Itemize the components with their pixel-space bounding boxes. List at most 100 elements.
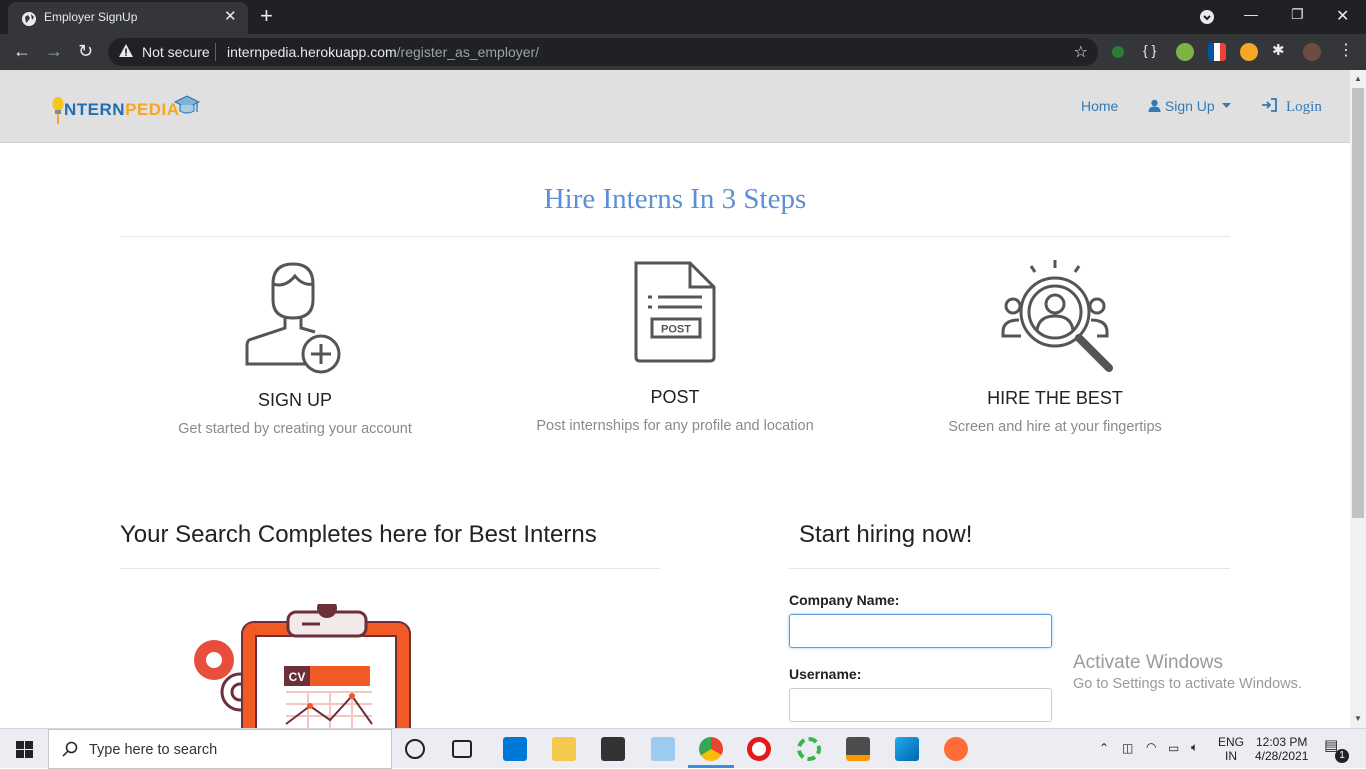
company-name-label: Company Name: <box>789 592 900 608</box>
internpedia-logo[interactable]: NTERNPEDIA <box>52 92 202 128</box>
forward-icon[interactable]: → <box>45 41 63 61</box>
bookmark-star-icon[interactable]: ☆ <box>1074 42 1088 62</box>
activate-windows-watermark: Activate Windows Go to Settings to activ… <box>1073 652 1302 692</box>
url-text[interactable]: internpedia.herokuapp.com/register_as_em… <box>227 44 539 60</box>
search-candidate-icon <box>1001 260 1113 372</box>
extension-green-icon[interactable] <box>1112 46 1124 58</box>
store-icon[interactable] <box>601 737 625 761</box>
wifi-icon[interactable]: ◠ <box>1146 740 1156 754</box>
form-heading: Start hiring now! <box>799 521 973 548</box>
close-window-icon[interactable]: ✕ <box>1336 6 1349 26</box>
username-label: Username: <box>789 666 862 682</box>
user-add-icon <box>245 262 341 374</box>
task-view-icon[interactable] <box>452 740 472 758</box>
form-divider <box>789 568 1230 569</box>
step-title: HIRE THE BEST <box>987 388 1123 408</box>
address-bar[interactable]: Not secure internpedia.herokuapp.com/reg… <box>108 38 1098 66</box>
step-subtitle: Screen and hire at your fingertips <box>948 419 1162 435</box>
show-hidden-icons-icon[interactable]: ⌃ <box>1099 741 1109 755</box>
extension-flag-icon[interactable] <box>1208 43 1226 61</box>
user-icon <box>1148 99 1161 112</box>
nav-home-link[interactable]: Home <box>1081 98 1118 114</box>
tab-title: Employer SignUp <box>44 10 138 24</box>
back-icon[interactable]: ← <box>13 41 31 61</box>
site-navbar: NTERNPEDIA Home Sign Up Login <box>0 70 1350 143</box>
browser-menu-icon[interactable]: ⋮ <box>1338 40 1356 59</box>
login-icon <box>1262 98 1277 112</box>
graduation-cap-icon <box>174 95 200 114</box>
caret-down-icon <box>1221 103 1231 108</box>
logo-part1: NTERN <box>64 100 126 119</box>
windows-taskbar: Type here to search ⌃ ◫ ◠ ▭ 🔈︎ ENG IN 12… <box>0 728 1366 769</box>
restore-icon[interactable]: ❐ <box>1291 6 1304 23</box>
signup-label: Sign Up <box>1164 98 1215 114</box>
step-title: POST <box>650 387 700 407</box>
scroll-up-arrow-icon[interactable]: ▲ <box>1354 74 1362 83</box>
watermark-title: Activate Windows <box>1073 652 1223 673</box>
nav-signup-dropdown[interactable]: Sign Up <box>1148 98 1231 114</box>
vscode-icon[interactable] <box>895 737 919 761</box>
clock[interactable]: 12:03 PM 4/28/2021 <box>1255 735 1308 763</box>
globe-icon <box>22 12 36 26</box>
extension-plus-icon[interactable] <box>1176 43 1194 61</box>
login-label: Login <box>1286 99 1322 115</box>
scroll-down-arrow-icon[interactable]: ▼ <box>1354 714 1362 723</box>
warning-icon[interactable] <box>118 43 134 59</box>
post-document-icon: POST <box>634 261 716 363</box>
laptop-app-icon[interactable] <box>651 737 675 761</box>
gear-icon <box>194 640 234 680</box>
volume-icon[interactable]: 🔈︎ <box>1191 740 1198 754</box>
opera-icon[interactable] <box>747 737 771 761</box>
lang-bottom: IN <box>1225 749 1237 763</box>
sublime-text-icon[interactable] <box>846 737 870 761</box>
taskbar-search-box[interactable]: Type here to search <box>48 729 392 769</box>
taskbar-search-placeholder: Type here to search <box>89 742 218 758</box>
scrollbar-thumb[interactable] <box>1352 88 1364 518</box>
profile-avatar[interactable] <box>1303 43 1321 61</box>
watermark-subtitle: Go to Settings to activate Windows. <box>1073 676 1302 692</box>
clock-date: 4/28/2021 <box>1255 749 1309 763</box>
battery-icon[interactable]: ▭ <box>1168 741 1179 755</box>
green-ring-app-icon[interactable] <box>797 737 821 761</box>
url-path: /register_as_employer/ <box>396 44 540 60</box>
windows-start-icon[interactable] <box>16 741 33 758</box>
step-title: SIGN UP <box>257 390 332 410</box>
close-tab-icon[interactable]: ✕ <box>224 9 237 25</box>
security-label[interactable]: Not secure <box>142 44 210 60</box>
meet-now-icon[interactable]: ◫ <box>1122 741 1133 755</box>
page-scrollbar[interactable]: ▲ ▼ <box>1350 70 1366 728</box>
search-icon <box>62 741 78 757</box>
browser-toolbar: ← → ↻ Not secure internpedia.herokuapp.c… <box>0 34 1366 70</box>
tab-search-icon[interactable] <box>1199 9 1215 25</box>
reload-icon[interactable]: ↻ <box>78 41 93 61</box>
logo-part2: PEDIA <box>125 100 180 119</box>
postman-icon[interactable] <box>944 737 968 761</box>
language-indicator[interactable]: ENG IN <box>1218 735 1244 763</box>
username-input[interactable] <box>789 688 1052 722</box>
step-post: POST POST Post internships for any profi… <box>485 261 865 434</box>
url-host: internpedia.herokuapp.com <box>227 44 397 60</box>
file-explorer-icon[interactable] <box>552 737 576 761</box>
step-hire: HIRE THE BEST Screen and hire at your fi… <box>865 258 1245 435</box>
clock-time: 12:03 PM <box>1256 735 1308 749</box>
extension-face-icon[interactable] <box>1240 43 1258 61</box>
company-name-input[interactable] <box>789 614 1052 648</box>
bulb-icon <box>52 97 64 124</box>
steps-title: Hire Interns In 3 Steps <box>543 183 807 215</box>
chrome-icon[interactable] <box>699 737 723 761</box>
step-subtitle: Get started by creating your account <box>178 421 412 437</box>
browser-tab[interactable]: Employer SignUp ✕ <box>8 2 248 34</box>
mail-icon[interactable] <box>503 737 527 761</box>
lang-top: ENG <box>1218 735 1245 749</box>
new-tab-button[interactable]: + <box>260 4 273 28</box>
cortana-icon[interactable] <box>405 739 425 759</box>
nav-login-link[interactable]: Login <box>1262 98 1322 116</box>
minimize-icon[interactable]: — <box>1244 6 1258 22</box>
extension-braces-icon[interactable]: { } <box>1143 42 1161 60</box>
extensions-puzzle-icon[interactable]: ✱ <box>1272 41 1290 59</box>
left-section-divider <box>120 568 660 569</box>
clipboard-cv-illustration: CV <box>194 604 411 728</box>
logo-text: NTERNPEDIA <box>64 100 180 120</box>
step-subtitle: Post internships for any profile and loc… <box>536 418 814 434</box>
step-signup: SIGN UP Get started by creating your acc… <box>105 262 485 437</box>
